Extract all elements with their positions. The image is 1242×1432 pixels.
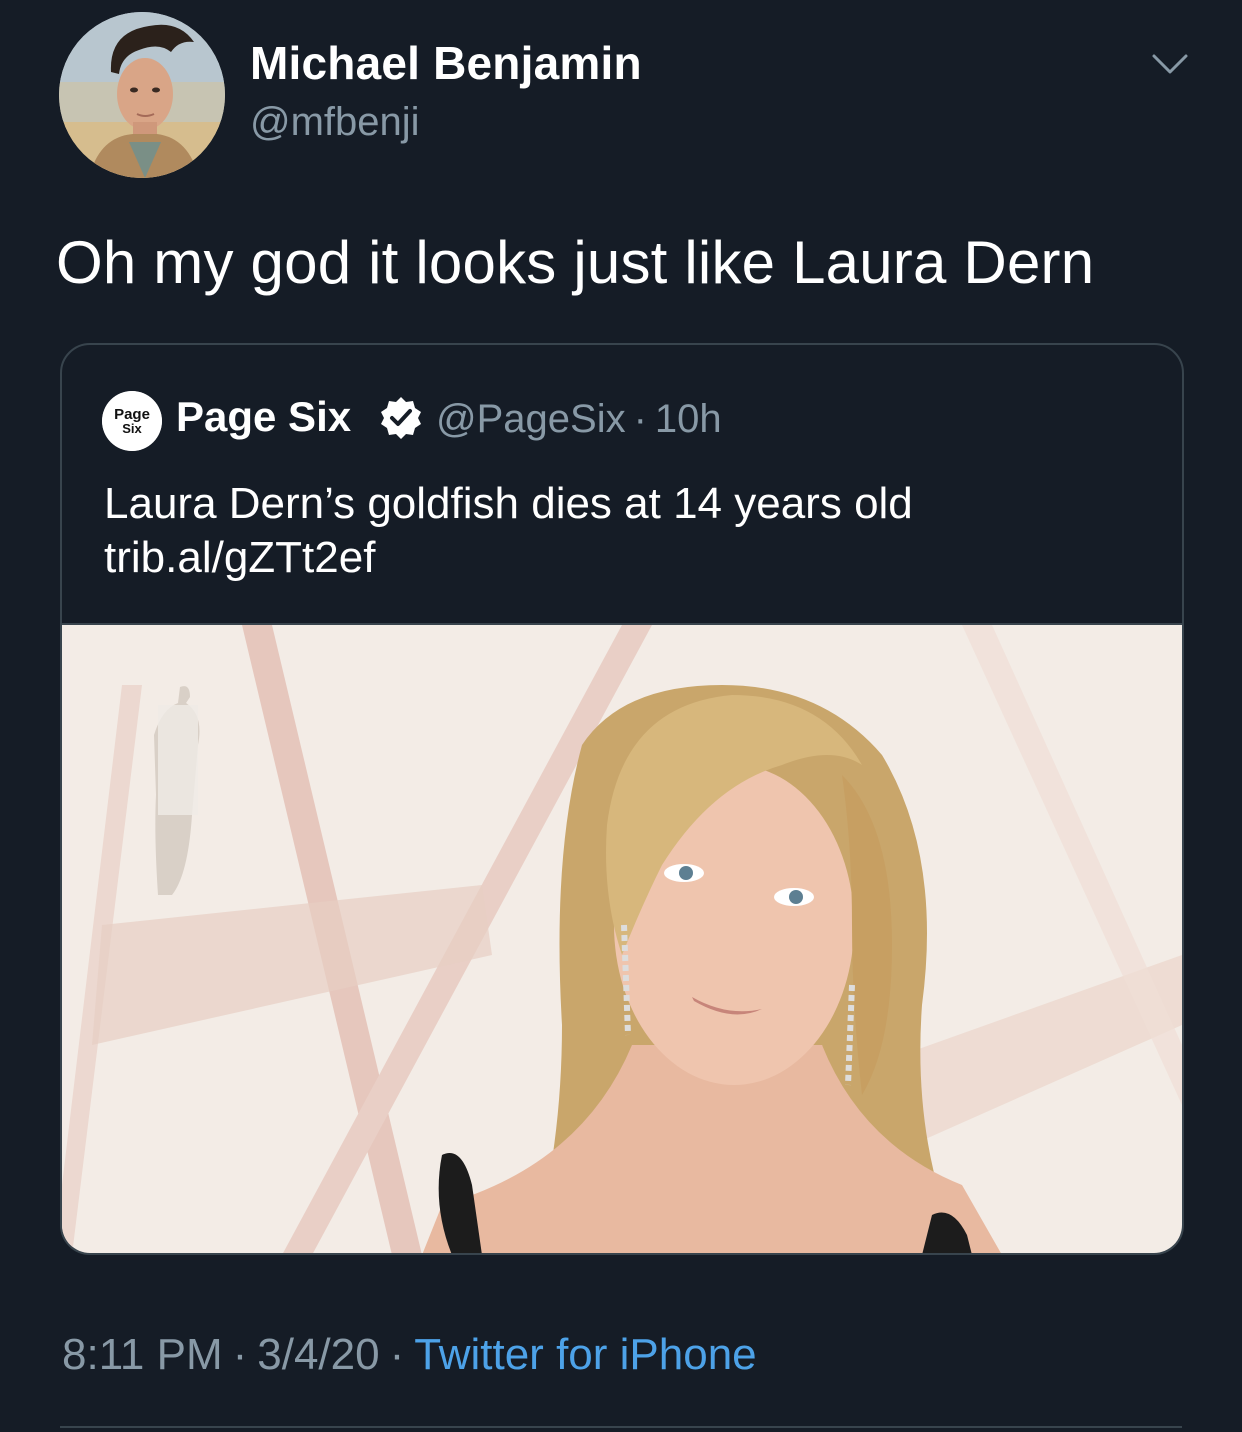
- quoted-tweet-card[interactable]: Page Six Page Six @PageSix · 10h Laura Der…: [60, 343, 1184, 1255]
- tweet-text: Oh my god it looks just like Laura Dern: [56, 229, 1095, 296]
- quote-author-avatar[interactable]: Page Six: [102, 391, 162, 451]
- tweet-source-link[interactable]: Twitter for iPhone: [414, 1330, 756, 1379]
- divider: [60, 1426, 1182, 1428]
- separator: ·: [633, 397, 647, 441]
- separator: ·: [232, 1330, 248, 1379]
- tweet-footer: 8:11 PM · 3/4/20 · Twitter for iPhone: [62, 1330, 757, 1380]
- logo-text-bottom: Six: [122, 421, 142, 436]
- author-handle[interactable]: @mfbenji: [250, 100, 420, 145]
- quote-media-image[interactable]: [62, 623, 1182, 1253]
- quote-meta: @PageSix · 10h: [436, 397, 722, 442]
- quote-author-name[interactable]: Page Six: [176, 393, 351, 441]
- quote-text: Laura Dern’s goldfish dies at 14 years o…: [104, 477, 913, 585]
- quote-link[interactable]: trib.al/gZTt2ef: [104, 531, 913, 585]
- chevron-down-icon[interactable]: [1150, 50, 1190, 80]
- quote-author-handle[interactable]: @PageSix: [436, 397, 626, 441]
- author-name[interactable]: Michael Benjamin: [250, 36, 642, 90]
- tweet-date[interactable]: 3/4/20: [257, 1330, 379, 1379]
- page-six-logo-icon: Page Six: [102, 391, 162, 451]
- author-avatar[interactable]: [59, 12, 225, 178]
- quote-text-line: Laura Dern’s goldfish dies at 14 years o…: [104, 479, 913, 528]
- tweet-time[interactable]: 8:11 PM: [62, 1330, 223, 1379]
- tweet: Michael Benjamin @mfbenji Oh my god it l…: [0, 0, 1242, 1432]
- verified-badge-icon: [378, 395, 424, 441]
- quote-timestamp[interactable]: 10h: [655, 397, 722, 441]
- separator: ·: [389, 1330, 405, 1379]
